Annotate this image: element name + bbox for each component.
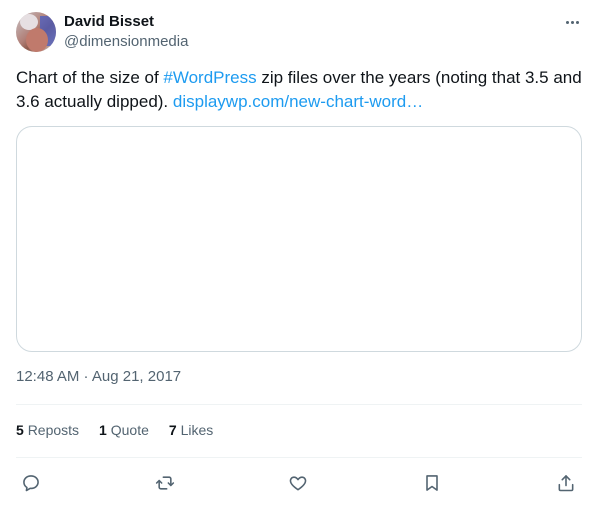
bookmark-button[interactable]	[417, 468, 447, 498]
reply-icon	[23, 475, 39, 492]
like-button[interactable]	[283, 468, 313, 498]
share-icon	[558, 475, 574, 492]
link-card[interactable]	[16, 126, 582, 352]
action-bar	[16, 466, 582, 498]
repost-button[interactable]	[150, 468, 180, 498]
external-link[interactable]: displaywp.com/new-chart-word…	[173, 92, 423, 111]
tweet-text: Chart of the size of #WordPress zip file…	[16, 66, 582, 114]
repost-icon	[155, 476, 175, 490]
dot	[565, 20, 569, 24]
author-handle[interactable]: @dimensionmedia	[64, 32, 188, 52]
divider	[16, 457, 582, 458]
reposts-stat[interactable]: 5 Reposts	[16, 420, 79, 440]
heart-icon	[289, 476, 307, 491]
likes-count: 7	[168, 422, 177, 438]
author-display-name[interactable]: David Bisset	[64, 12, 188, 32]
reposts-label: Reposts	[27, 422, 80, 438]
avatar[interactable]	[16, 12, 56, 52]
tweet: David Bisset @dimensionmedia Chart of th…	[0, 0, 598, 505]
tweet-text-part: Chart of the size of	[16, 68, 164, 87]
reposts-count: 5	[16, 422, 24, 438]
likes-label: Likes	[180, 422, 214, 438]
bookmark-icon	[426, 475, 438, 491]
avatar-shape	[26, 28, 48, 52]
likes-stat[interactable]: 7 Likes	[169, 420, 213, 440]
author-info: David Bisset @dimensionmedia	[64, 12, 188, 52]
hashtag-link[interactable]: #WordPress	[163, 68, 256, 87]
divider	[16, 404, 582, 405]
more-options-icon[interactable]	[560, 12, 584, 32]
quotes-count: 1	[99, 422, 107, 438]
quotes-label: Quote	[110, 422, 149, 438]
tweet-timestamp[interactable]: 12:48 AM · Aug 21, 2017	[16, 367, 181, 387]
quotes-stat[interactable]: 1 Quote	[99, 420, 149, 440]
reply-button[interactable]	[16, 468, 46, 498]
tweet-stats: 5 Reposts 1 Quote 7 Likes	[16, 420, 213, 440]
dot	[575, 20, 579, 24]
dot	[570, 20, 574, 24]
share-button[interactable]	[551, 468, 581, 498]
